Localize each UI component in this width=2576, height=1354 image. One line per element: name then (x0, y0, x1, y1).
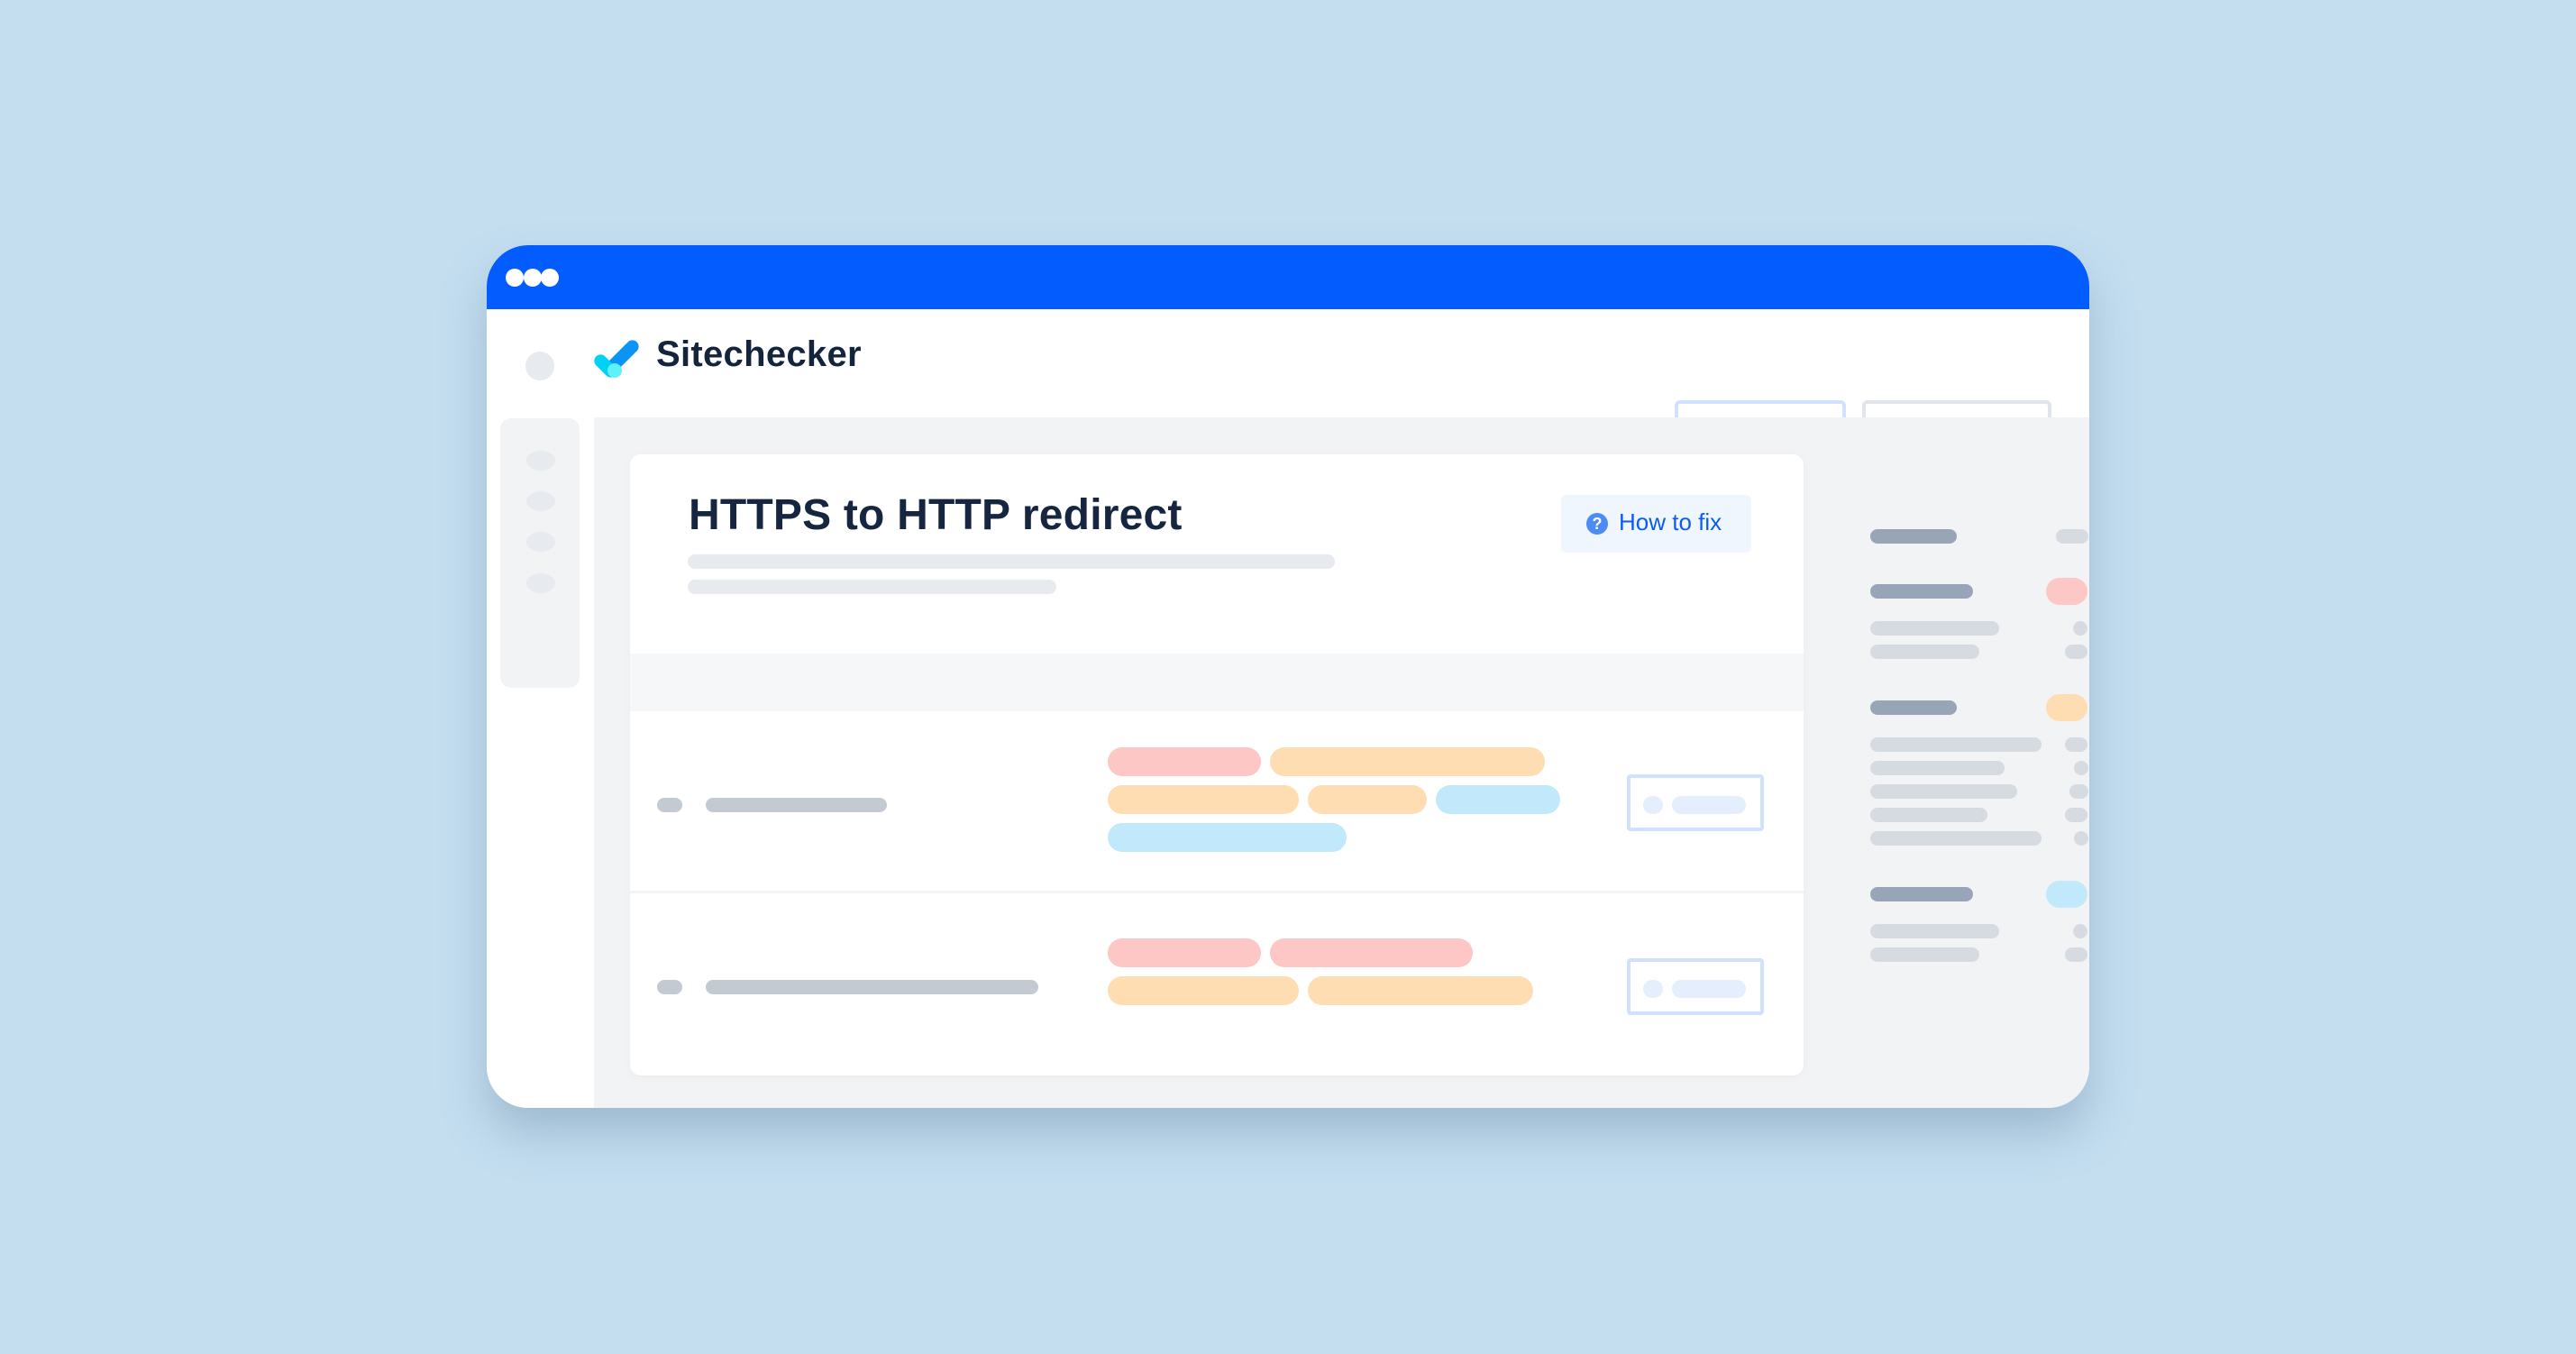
button-icon-placeholder (1643, 980, 1663, 998)
summary-subitem-count (2065, 737, 2087, 752)
summary-subitem-count (2073, 621, 2087, 636)
issue-tag (1270, 938, 1473, 967)
how-to-fix-button[interactable]: ? How to fix (1561, 495, 1751, 553)
summary-subitem[interactable] (1870, 784, 2017, 799)
checkmark-logo-icon (594, 340, 639, 378)
issue-card: HTTPS to HTTP redirect ? How to fix (630, 454, 1804, 1075)
sidebar-item[interactable] (526, 573, 555, 593)
error-count-badge (2046, 578, 2087, 605)
button-label-placeholder (1672, 980, 1746, 998)
row-url-placeholder (706, 798, 887, 812)
window-control-dot[interactable] (506, 269, 524, 287)
question-circle-icon: ? (1586, 513, 1608, 535)
summary-group-label[interactable] (1870, 700, 1957, 715)
summary-group-label[interactable] (1870, 887, 1973, 901)
issue-tag (1270, 747, 1545, 776)
row-icon-placeholder (657, 980, 682, 994)
sidebar-item[interactable] (526, 532, 555, 552)
sidebar (500, 418, 580, 688)
summary-subitem[interactable] (1870, 947, 1979, 962)
menu-placeholder-icon[interactable] (525, 352, 554, 380)
window-titlebar (487, 245, 2089, 309)
summary-subitem-count (2074, 831, 2088, 846)
description-line (688, 580, 1056, 594)
row-action-button[interactable] (1627, 958, 1764, 1015)
app-header: Sitechecker (487, 309, 2089, 453)
summary-subitem[interactable] (1870, 645, 1979, 659)
issue-tag (1436, 785, 1560, 814)
table-row[interactable] (630, 711, 1804, 892)
summary-subitem-count (2074, 761, 2088, 775)
issue-tag (1108, 747, 1261, 776)
summary-subitem[interactable] (1870, 924, 1999, 938)
summary-subitem[interactable] (1870, 831, 2042, 846)
issue-tag (1108, 976, 1299, 1005)
table-row[interactable] (630, 893, 1804, 1074)
issue-tag (1308, 785, 1427, 814)
summary-group-label[interactable] (1870, 529, 1957, 544)
summary-subitem[interactable] (1870, 761, 2005, 775)
summary-subitem-count (2065, 947, 2087, 962)
summary-count-badge (2056, 529, 2088, 544)
button-label-placeholder (1672, 796, 1746, 814)
issue-tag (1108, 785, 1299, 814)
sidebar-item[interactable] (526, 491, 555, 511)
summary-subitem[interactable] (1870, 737, 2042, 752)
table-header (630, 654, 1804, 711)
summary-subitem-count (2065, 808, 2087, 822)
page-title: HTTPS to HTTP redirect (689, 491, 1183, 539)
row-icon-placeholder (657, 798, 682, 812)
summary-group-label[interactable] (1870, 584, 1973, 599)
issue-tag (1108, 938, 1261, 967)
description-line (688, 554, 1335, 569)
window-control-dot[interactable] (524, 269, 542, 287)
summary-subitem-count (2073, 924, 2087, 938)
warning-count-badge (2046, 694, 2087, 721)
summary-subitem[interactable] (1870, 621, 1999, 636)
summary-subitem-count (2065, 645, 2087, 659)
window-control-dot[interactable] (541, 269, 559, 287)
main-content: HTTPS to HTTP redirect ? How to fix (594, 417, 2089, 1108)
issue-tag (1108, 823, 1347, 852)
summary-subitem[interactable] (1870, 808, 1987, 822)
button-icon-placeholder (1643, 796, 1663, 814)
sidebar-item[interactable] (526, 451, 555, 471)
row-url-placeholder (706, 980, 1038, 994)
browser-window: Sitechecker HTTPS to HTTP redirect ? How… (487, 245, 2089, 1108)
issue-tag (1308, 976, 1533, 1005)
summary-subitem-count (2069, 784, 2088, 799)
brand-name: Sitechecker (656, 334, 862, 374)
notice-count-badge (2046, 881, 2087, 908)
row-action-button[interactable] (1627, 774, 1764, 831)
how-to-fix-label: How to fix (1619, 508, 1722, 535)
